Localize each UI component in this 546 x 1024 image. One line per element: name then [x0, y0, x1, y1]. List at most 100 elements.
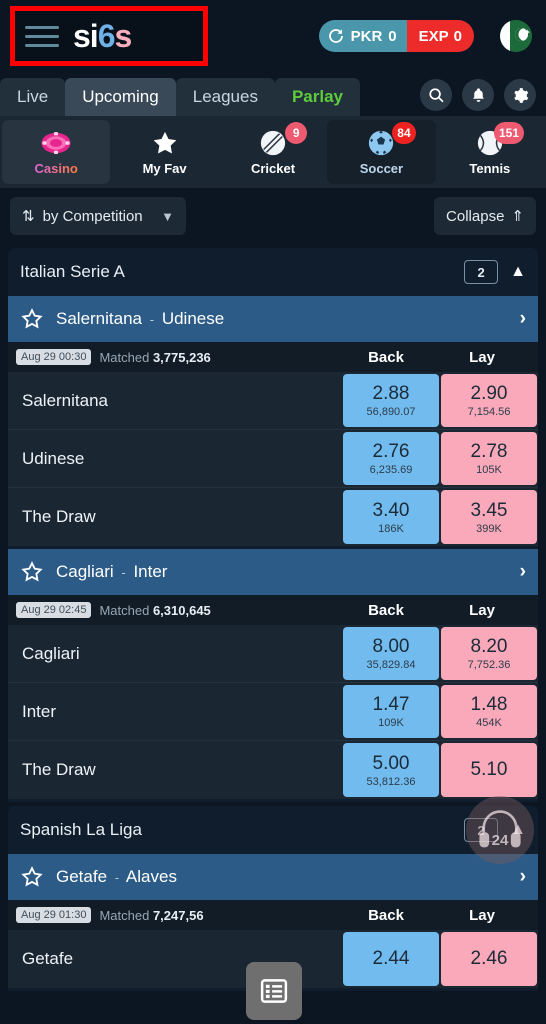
event-list: Italian Serie A 2 ▲ Salernitana - Udines… — [0, 248, 546, 991]
match-teams: Salernitana - Udinese — [56, 309, 508, 329]
exposure-label: EXP — [418, 27, 449, 45]
runner-name: The Draw — [22, 760, 96, 779]
main-tabbar: Live Upcoming Leagues Parlay — [0, 72, 546, 116]
sort-label: by Competition — [42, 207, 143, 225]
lay-size: 399K — [476, 522, 502, 535]
bell-icon[interactable] — [462, 79, 494, 111]
lay-odds-cell[interactable]: 5.10 — [441, 743, 537, 797]
match-header[interactable]: Salernitana - Udinese › — [8, 296, 538, 342]
column-header-lay: Lay — [469, 601, 495, 619]
category-badge-soccer: 84 — [392, 122, 416, 144]
lay-price: 2.78 — [470, 441, 508, 462]
category-badge-cricket: 9 — [285, 122, 308, 144]
currency-balance[interactable]: PKR 0 — [318, 20, 407, 52]
match-time-chip: Aug 29 01:30 — [16, 907, 92, 923]
category-my-fav[interactable]: My Fav — [110, 120, 218, 184]
refresh-icon[interactable] — [327, 27, 345, 45]
exposure-balance[interactable]: EXP 0 — [406, 20, 474, 52]
match-time-chip: Aug 29 00:30 — [16, 349, 92, 365]
runner-row: Inter 1.47 109K 1.48 454K — [8, 683, 538, 741]
tab-live[interactable]: Live — [0, 78, 66, 116]
league-name: Spanish La Liga — [20, 820, 142, 839]
matched-value: 6,310,645 — [152, 602, 211, 618]
lay-size: 105K — [476, 464, 502, 476]
tab-parlay[interactable]: Parlay — [274, 78, 361, 116]
team-separator: - — [149, 312, 155, 327]
category-badge-tennis: 151 — [494, 122, 525, 144]
currency-amount: 0 — [388, 27, 397, 45]
chevron-right-icon[interactable]: › — [520, 308, 526, 330]
lay-price: 5.10 — [470, 758, 508, 780]
lay-odds-cell[interactable]: 2.46 — [441, 932, 537, 986]
back-odds-cell[interactable]: 8.00 35,829.84 — [343, 627, 439, 680]
star-icon — [148, 128, 182, 158]
collapse-button[interactable]: Collapse ⇑ — [434, 197, 536, 235]
lay-odds-cell[interactable]: 8.20 7,752.36 — [441, 627, 537, 680]
chevron-up-icon[interactable]: ▲ — [510, 263, 526, 281]
match-header[interactable]: Getafe - Alaves › — [8, 854, 538, 900]
runner-name: Inter — [22, 701, 57, 721]
logo-and-menu-region: si6s — [10, 6, 208, 66]
lay-odds-cell[interactable]: 3.45 399K — [441, 490, 537, 544]
lay-odds-cell[interactable]: 2.90 7,154.56 — [441, 374, 537, 427]
hamburger-menu-icon[interactable] — [25, 25, 59, 47]
category-tennis[interactable]: 151 Tennis — [436, 120, 544, 184]
matched-amount: Matched 3,775,236 — [99, 350, 210, 365]
back-odds-cell[interactable]: 2.44 — [343, 932, 439, 986]
back-price: 2.44 — [372, 947, 410, 969]
runner-name: The Draw — [22, 507, 96, 526]
match-time-chip: Aug 29 02:45 — [16, 602, 92, 618]
balance-pill[interactable]: PKR 0 EXP 0 — [318, 20, 474, 52]
league-header[interactable]: Italian Serie A 2 ▲ — [8, 248, 538, 296]
chevron-right-icon[interactable]: › — [520, 866, 526, 888]
svg-text:24: 24 — [492, 832, 509, 849]
category-cricket[interactable]: 9 Cricket — [219, 120, 327, 184]
tab-upcoming[interactable]: Upcoming — [65, 78, 176, 116]
bet-slip-list-icon[interactable] — [246, 962, 302, 1020]
favorite-star-icon[interactable] — [20, 560, 44, 584]
back-price: 1.47 — [372, 694, 410, 715]
lay-odds-cell[interactable]: 2.78 105K — [441, 432, 537, 485]
tab-leagues[interactable]: Leagues — [175, 78, 275, 116]
lay-odds-cell[interactable]: 1.48 454K — [441, 685, 537, 738]
back-odds-cell[interactable]: 2.88 56,890.07 — [343, 374, 439, 427]
back-odds-cell[interactable]: 5.00 53,812.36 — [343, 743, 439, 797]
runner-name: Udinese — [22, 448, 85, 468]
back-odds-cell[interactable]: 1.47 109K — [343, 685, 439, 738]
chevron-right-icon[interactable]: › — [520, 561, 526, 583]
category-label-tennis: Tennis — [469, 161, 511, 176]
sort-dropdown[interactable]: ⇅ by Competition ▼ — [10, 197, 186, 235]
matched-value: 3,775,236 — [152, 349, 211, 365]
pakistan-flag-icon[interactable]: ✦ — [500, 20, 532, 52]
home-team: Salernitana — [56, 309, 143, 328]
runner-row: Udinese 2.76 6,235.69 2.78 105K — [8, 430, 538, 488]
match-teams: Getafe - Alaves — [56, 867, 508, 887]
search-icon[interactable] — [420, 79, 452, 111]
support-24-7-headset-icon[interactable]: 24 — [466, 796, 534, 864]
back-price: 2.76 — [372, 441, 410, 462]
column-header-back: Back — [368, 601, 404, 619]
back-odds-cell[interactable]: 2.76 6,235.69 — [343, 432, 439, 485]
back-size: 186K — [378, 522, 404, 535]
column-header-back: Back — [368, 906, 404, 924]
lay-price: 8.20 — [470, 636, 508, 657]
matched-label: Matched — [99, 907, 150, 923]
match-header[interactable]: Cagliari - Inter › — [8, 549, 538, 595]
tabbar-icon-group — [420, 79, 536, 111]
favorite-star-icon[interactable] — [20, 865, 44, 889]
category-label-casino: Casino — [34, 161, 78, 176]
casino-chip-icon — [39, 128, 73, 158]
gear-icon[interactable] — [504, 79, 536, 111]
double-chevron-up-icon: ⇑ — [511, 208, 524, 225]
category-casino[interactable]: Casino — [2, 120, 111, 184]
match-meta-row: Aug 29 02:45 Matched 6,310,645 Back Lay — [8, 595, 538, 625]
category-label-cricket: Cricket — [250, 161, 296, 176]
category-soccer[interactable]: 84 Soccer — [327, 120, 436, 184]
back-size: 56,890.07 — [366, 406, 416, 418]
site-logo[interactable]: si6s — [73, 20, 132, 52]
currency-code: PKR — [350, 27, 383, 45]
back-size: 35,829.84 — [366, 659, 416, 671]
favorite-star-icon[interactable] — [20, 307, 44, 331]
back-odds-cell[interactable]: 3.40 186K — [343, 490, 439, 544]
league-header[interactable]: Spanish La Liga 2 ▲ — [8, 806, 538, 854]
